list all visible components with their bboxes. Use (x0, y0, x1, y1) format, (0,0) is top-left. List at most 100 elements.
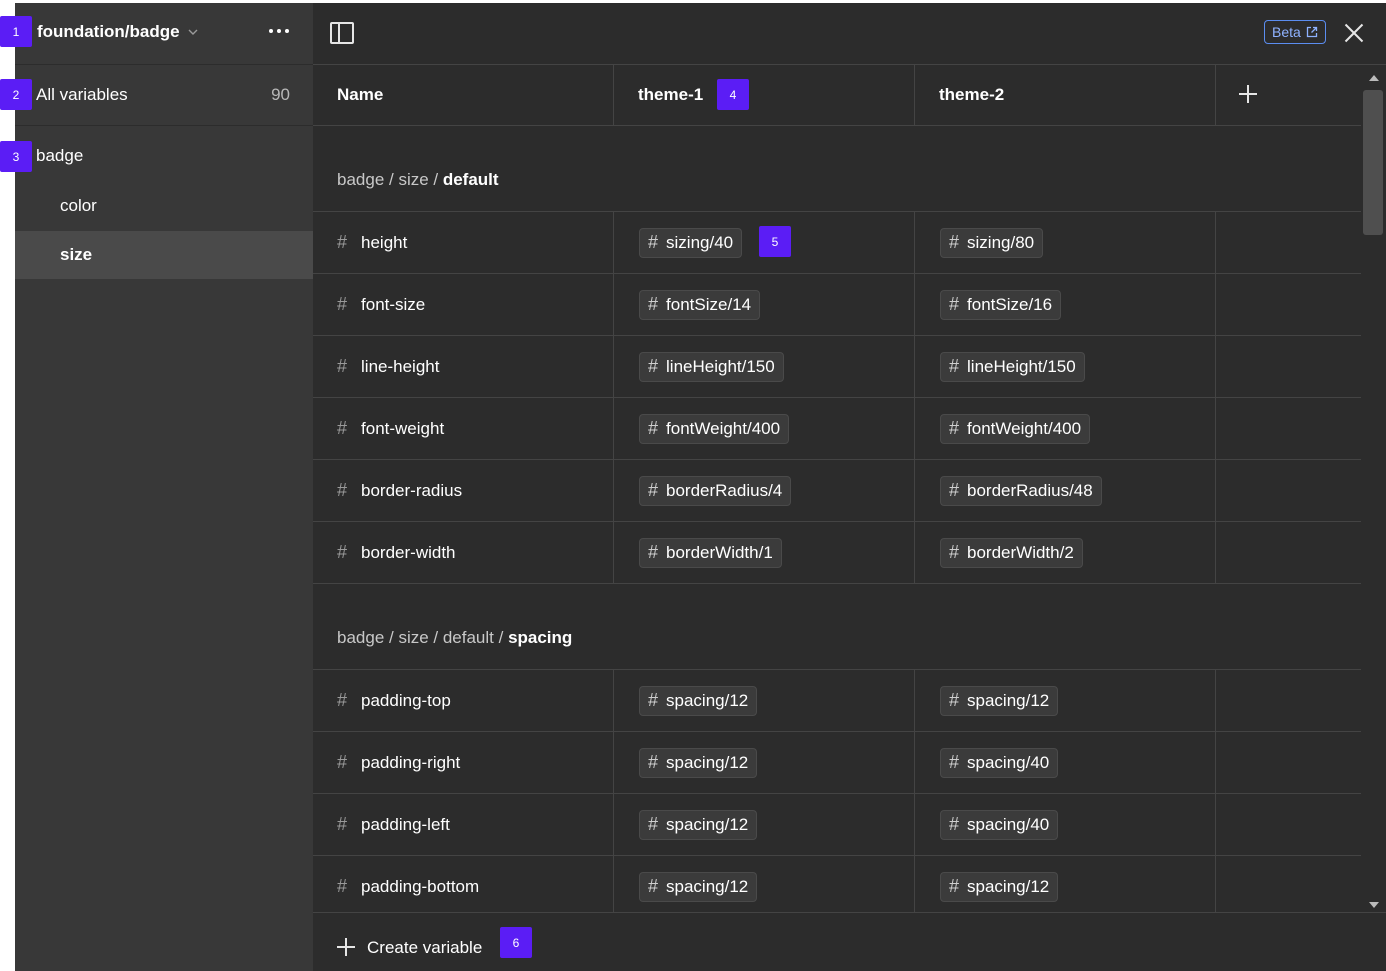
alias-chip[interactable]: # fontWeight/400 (639, 413, 790, 444)
table-row[interactable]: # line-height # lineHeight/150 # lineHeight/1… (313, 336, 1361, 398)
alias-chip[interactable]: # borderRadius/48 (940, 475, 1102, 506)
table-row[interactable]: # border-width # borderWidth/1 # borderWidth/… (313, 522, 1361, 584)
name-cell[interactable]: # font-size (337, 274, 607, 335)
column-header-theme-1[interactable]: theme-1 (614, 65, 914, 125)
name-cell[interactable]: # border-radius (337, 460, 607, 521)
more-options-icon[interactable] (269, 29, 289, 33)
alias-chip[interactable]: # fontSize/14 (639, 289, 761, 320)
alias-chip[interactable]: # borderWidth/1 (639, 537, 782, 568)
table-row[interactable]: # padding-top # spacing/12 # spacing/12 (313, 670, 1361, 732)
scroll-down-icon[interactable] (1369, 902, 1379, 908)
variable-name[interactable]: border-radius (361, 481, 462, 501)
table-header: Name theme-1 theme-2 (313, 65, 1361, 126)
theme-1-cell[interactable]: # spacing/12 (639, 794, 909, 855)
hash-icon: # (337, 232, 348, 252)
alias-value: spacing/40 (967, 814, 1050, 834)
table-row[interactable]: # padding-bottom # spacing/12 # spacing/12 (313, 856, 1361, 912)
alias-chip[interactable]: # spacing/12 (639, 871, 758, 902)
all-variables-item[interactable]: All variables 90 (15, 65, 313, 126)
name-cell[interactable]: # padding-left (337, 794, 607, 855)
scrollbar[interactable] (1361, 65, 1386, 912)
variable-name[interactable]: padding-left (361, 815, 450, 835)
variable-name[interactable]: border-width (361, 543, 456, 563)
table-row[interactable]: # padding-right # spacing/12 # spacing/40 (313, 732, 1361, 794)
marker-1: 1 (0, 16, 32, 47)
name-cell[interactable]: # border-width (337, 522, 607, 583)
sidebar-item-size[interactable]: size (15, 231, 313, 279)
alias-chip[interactable]: # spacing/40 (940, 809, 1059, 840)
chevron-down-icon[interactable] (187, 26, 199, 38)
theme-2-cell[interactable]: # borderRadius/48 (940, 460, 1210, 521)
alias-chip[interactable]: # lineHeight/150 (940, 351, 1085, 382)
alias-chip[interactable]: # spacing/40 (940, 747, 1059, 778)
theme-2-cell[interactable]: # spacing/40 (940, 732, 1210, 793)
collection-header[interactable]: foundation/badge (15, 3, 313, 65)
alias-chip[interactable]: # sizing/40 (639, 227, 743, 258)
create-variable-button[interactable]: Create variable (367, 938, 482, 958)
theme-2-cell[interactable]: # spacing/12 (940, 856, 1210, 912)
name-cell[interactable]: # padding-top (337, 670, 607, 731)
alias-chip[interactable]: # fontWeight/400 (940, 413, 1091, 444)
alias-chip[interactable]: # lineHeight/150 (639, 351, 784, 382)
toolbar: Beta (313, 3, 1386, 65)
theme-2-cell[interactable]: # fontSize/16 (940, 274, 1210, 335)
add-mode-plus-icon[interactable] (1239, 85, 1257, 103)
table-row[interactable]: # border-radius # borderRadius/4 # borderRadi… (313, 460, 1361, 522)
theme-1-cell[interactable]: # spacing/12 (639, 732, 909, 793)
scroll-thumb[interactable] (1363, 90, 1383, 235)
theme-2-cell[interactable]: # lineHeight/150 (940, 336, 1210, 397)
alias-chip[interactable]: # fontSize/16 (940, 289, 1062, 320)
alias-chip[interactable]: # sizing/80 (940, 227, 1044, 258)
theme-1-cell[interactable]: # fontSize/14 (639, 274, 909, 335)
theme-1-cell[interactable]: # spacing/12 (639, 856, 909, 912)
beta-badge[interactable]: Beta (1264, 20, 1326, 44)
theme-1-cell[interactable]: # borderWidth/1 (639, 522, 909, 583)
marker-6: 6 (500, 927, 532, 958)
alias-chip[interactable]: # spacing/12 (639, 809, 758, 840)
plus-icon[interactable] (337, 938, 355, 956)
column-header-theme-2[interactable]: theme-2 (915, 65, 1215, 125)
close-icon[interactable] (1343, 22, 1365, 44)
alias-value: fontWeight/400 (666, 418, 781, 438)
hash-icon: # (648, 294, 659, 314)
collection-title[interactable]: foundation/badge (37, 22, 180, 42)
table-row[interactable]: # height # sizing/40 # sizing/80 (313, 212, 1361, 274)
hash-icon: # (949, 690, 960, 710)
alias-chip[interactable]: # spacing/12 (940, 871, 1059, 902)
theme-2-cell[interactable]: # fontWeight/400 (940, 398, 1210, 459)
table-row[interactable]: # font-weight # fontWeight/400 # fontWeight/4… (313, 398, 1361, 460)
theme-2-cell[interactable]: # borderWidth/2 (940, 522, 1210, 583)
alias-chip[interactable]: # borderWidth/2 (940, 537, 1083, 568)
theme-1-cell[interactable]: # fontWeight/400 (639, 398, 909, 459)
theme-1-cell[interactable]: # lineHeight/150 (639, 336, 909, 397)
sidebar-group-badge[interactable]: badge (36, 146, 83, 166)
name-cell[interactable]: # height (337, 212, 607, 273)
theme-2-cell[interactable]: # spacing/12 (940, 670, 1210, 731)
theme-1-cell[interactable]: # borderRadius/4 (639, 460, 909, 521)
theme-2-cell[interactable]: # spacing/40 (940, 794, 1210, 855)
variables-count: 90 (271, 85, 290, 104)
table-row[interactable]: # padding-left # spacing/12 # spacing/40 (313, 794, 1361, 856)
alias-chip[interactable]: # spacing/12 (940, 685, 1059, 716)
name-cell[interactable]: # line-height (337, 336, 607, 397)
variable-name[interactable]: font-weight (361, 419, 444, 439)
toggle-sidebar-icon[interactable] (330, 22, 354, 44)
scroll-up-icon[interactable] (1369, 75, 1379, 81)
variable-name[interactable]: height (361, 233, 407, 253)
alias-chip[interactable]: # borderRadius/4 (639, 475, 792, 506)
alias-chip[interactable]: # spacing/12 (639, 747, 758, 778)
name-cell[interactable]: # font-weight (337, 398, 607, 459)
alias-chip[interactable]: # spacing/12 (639, 685, 758, 716)
name-cell[interactable]: # padding-bottom (337, 856, 607, 912)
variable-name[interactable]: line-height (361, 357, 439, 377)
variable-name[interactable]: padding-bottom (361, 877, 479, 897)
theme-1-cell[interactable]: # spacing/12 (639, 670, 909, 731)
theme-2-cell[interactable]: # sizing/80 (940, 212, 1210, 273)
hash-icon: # (648, 752, 659, 772)
variable-name[interactable]: font-size (361, 295, 425, 315)
name-cell[interactable]: # padding-right (337, 732, 607, 793)
variable-name[interactable]: padding-right (361, 753, 460, 773)
variable-name[interactable]: padding-top (361, 691, 451, 711)
table-row[interactable]: # font-size # fontSize/14 # fontSize/16 (313, 274, 1361, 336)
sidebar-item-color[interactable]: color (15, 182, 313, 230)
